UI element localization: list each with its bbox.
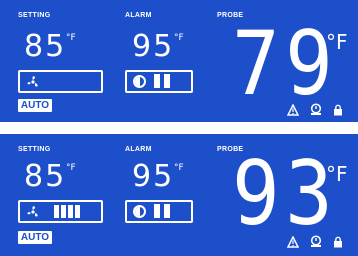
- setting-label: SETTING: [18, 12, 51, 19]
- setting-unit: °F: [66, 33, 76, 43]
- lock-icon: [334, 236, 342, 248]
- fan-speed-indicator: [18, 200, 103, 223]
- probe-unit: °F: [326, 30, 348, 54]
- auto-badge: AUTO: [18, 231, 52, 244]
- probe-value: 93: [232, 142, 339, 245]
- setting-label: SETTING: [18, 146, 51, 153]
- fan-level-bar: [54, 205, 59, 218]
- alarm-label: ALARM: [125, 12, 152, 19]
- probe-unit: °F: [326, 162, 348, 186]
- controller-display-2: SETTING ALARM PROBE 85 °F 95 °F 93 °F AU…: [0, 134, 358, 256]
- timer-icon: [310, 103, 322, 115]
- mode-indicator: [125, 70, 193, 93]
- alarm-label: ALARM: [125, 146, 152, 153]
- setting-value: 85: [24, 29, 67, 64]
- fan-icon: [27, 206, 38, 217]
- alarm-value: 95: [132, 29, 175, 64]
- alarm-unit: °F: [174, 163, 184, 173]
- warning-icon: [287, 104, 299, 116]
- mode-indicator: [125, 200, 193, 223]
- half-circle-icon: [133, 205, 146, 218]
- half-circle-icon: [133, 75, 146, 88]
- fan-level-bar: [75, 205, 80, 218]
- fan-speed-indicator: [18, 70, 103, 93]
- pause-icon: [154, 74, 170, 88]
- auto-badge: AUTO: [18, 99, 52, 112]
- setting-value: 85: [24, 159, 67, 194]
- alarm-value: 95: [132, 159, 175, 194]
- fan-level-bar: [68, 205, 73, 218]
- setting-unit: °F: [66, 163, 76, 173]
- pause-icon: [154, 204, 170, 218]
- fan-level-bar: [61, 205, 66, 218]
- alarm-unit: °F: [174, 33, 184, 43]
- timer-icon: [310, 235, 322, 247]
- fan-level-bars: [54, 205, 80, 218]
- lock-icon: [334, 104, 342, 116]
- probe-value: 79: [232, 12, 339, 115]
- fan-icon: [27, 76, 38, 87]
- controller-display-1: SETTING ALARM PROBE 85 °F 95 °F 79 °F AU…: [0, 0, 358, 122]
- warning-icon: [287, 236, 299, 248]
